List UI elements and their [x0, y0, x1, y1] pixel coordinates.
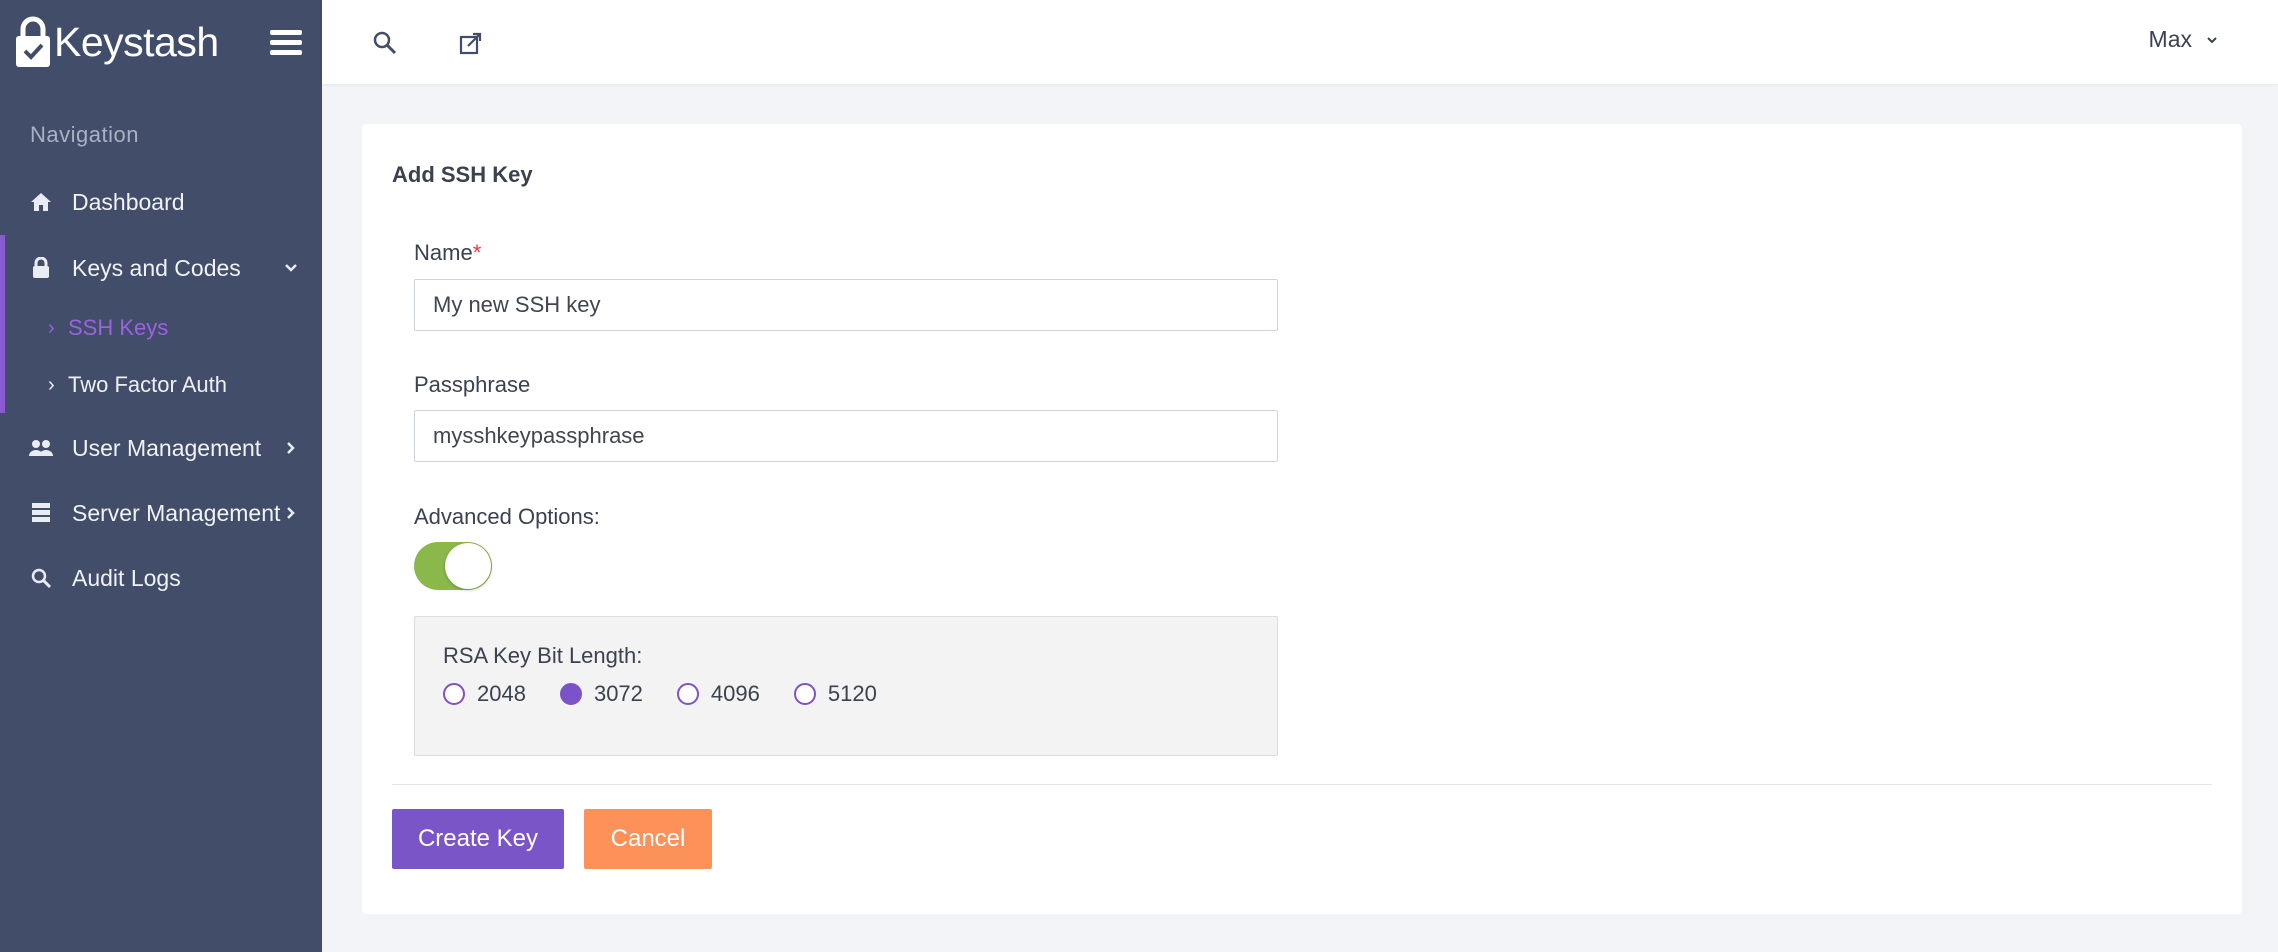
sidebar-subitem-label: Two Factor Auth: [68, 372, 227, 397]
advanced-options-toggle[interactable]: [414, 542, 492, 590]
radio-label: 2048: [477, 681, 526, 706]
radio-label: 5120: [827, 681, 877, 706]
chevron-right-icon: [287, 442, 295, 454]
sidebar-item-label: Audit Logs: [72, 564, 181, 591]
user-menu[interactable]: Max: [2149, 26, 2218, 53]
card-title: Add SSH Key: [392, 162, 533, 187]
add-ssh-key-card: Add SSH Key Name* Passphrase Advanced Op…: [362, 124, 2242, 914]
server-icon: [28, 500, 54, 526]
cancel-button[interactable]: Cancel: [584, 809, 712, 869]
chevron-right-icon: ›: [48, 373, 55, 396]
lock-logo-icon: [16, 16, 50, 67]
radio-button-selected[interactable]: [559, 683, 582, 705]
users-icon: [28, 435, 54, 461]
search-log-icon: [28, 565, 54, 591]
sidebar-item-dashboard[interactable]: Dashboard: [0, 174, 322, 230]
sidebar-subitem-ssh-keys[interactable]: › SSH Keys: [48, 308, 168, 348]
radio-button[interactable]: [676, 683, 699, 705]
rsa-bit-length-label: RSA Key Bit Length:: [443, 643, 643, 668]
radio-label: 3072: [593, 681, 643, 706]
chevron-down-icon: [285, 264, 297, 272]
sidebar-subitem-label: SSH Keys: [68, 315, 169, 340]
brand-logo[interactable]: Keystash: [14, 12, 224, 72]
advanced-options-label: Advanced Options:: [414, 504, 600, 529]
required-mark: *: [472, 240, 482, 265]
rsa-bit-length-options: 2048 3072 4096 5120: [443, 681, 911, 707]
nav-header: Navigation: [30, 122, 139, 147]
search-icon[interactable]: [370, 28, 400, 58]
advanced-options-panel: RSA Key Bit Length: 2048 3072 4096 5120: [414, 616, 1278, 756]
topbar: Max: [322, 0, 2278, 84]
sidebar: Keystash Navigation Dashboard Keys and C…: [0, 0, 322, 952]
sidebar-item-audit-logs[interactable]: Audit Logs: [0, 550, 322, 606]
brand-name: Keystash: [54, 18, 219, 65]
toggle-knob: [445, 543, 491, 589]
home-icon: [28, 189, 54, 215]
passphrase-label: Passphrase: [414, 372, 531, 397]
create-key-button[interactable]: Create Key: [392, 809, 564, 869]
lock-icon: [28, 255, 54, 281]
chevron-down-icon: [2207, 36, 2217, 43]
user-name: Max: [2148, 26, 2192, 52]
name-input[interactable]: [414, 279, 1278, 331]
divider: [392, 784, 2212, 785]
name-label-text: Name: [414, 240, 473, 265]
sidebar-item-server-management[interactable]: Server Management: [0, 485, 322, 541]
chevron-right-icon: [287, 507, 295, 519]
chevron-right-icon: ›: [48, 316, 55, 339]
sidebar-subitem-two-factor-auth[interactable]: › Two Factor Auth: [48, 365, 227, 405]
radio-option-4096[interactable]: 4096: [676, 681, 760, 707]
menu-toggle-icon[interactable]: [270, 30, 302, 58]
name-label: Name*: [414, 240, 481, 266]
sidebar-item-label: User Management: [72, 434, 262, 461]
radio-option-3072[interactable]: 3072: [559, 681, 643, 707]
external-link-icon[interactable]: [456, 28, 486, 58]
sidebar-item-label: Dashboard: [72, 188, 185, 215]
sidebar-item-label: Server Management: [72, 499, 281, 526]
sidebar-item-user-management[interactable]: User Management: [0, 420, 322, 476]
radio-option-2048[interactable]: 2048: [443, 681, 526, 707]
sidebar-item-label: Keys and Codes: [72, 254, 241, 281]
radio-button[interactable]: [443, 683, 465, 705]
radio-button[interactable]: [793, 683, 816, 705]
radio-option-5120[interactable]: 5120: [793, 681, 877, 707]
passphrase-input[interactable]: [414, 410, 1278, 462]
radio-label: 4096: [710, 681, 760, 706]
sidebar-item-keys-and-codes[interactable]: Keys and Codes: [0, 240, 322, 296]
